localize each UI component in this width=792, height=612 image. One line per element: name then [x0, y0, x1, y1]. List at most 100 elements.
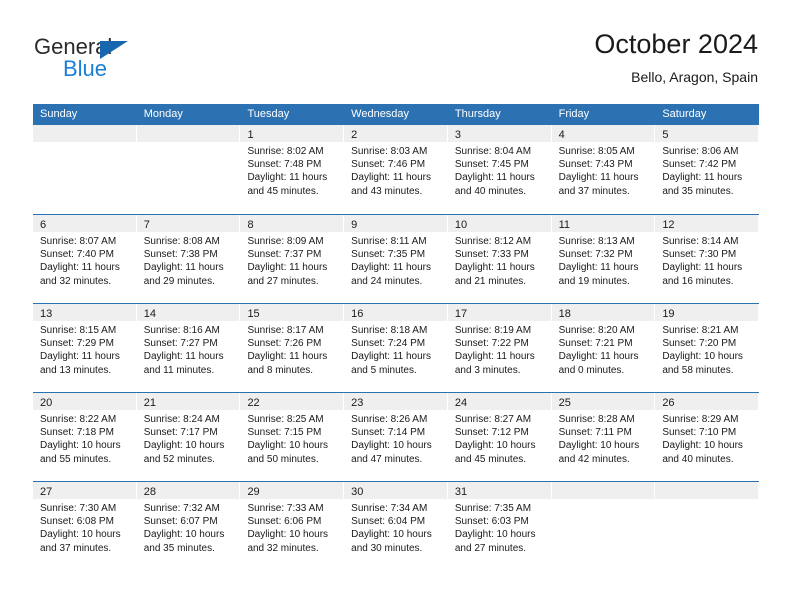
sunrise-text: Sunrise: 7:33 AM — [247, 503, 324, 514]
sunset-text: Sunset: 7:43 PM — [558, 159, 633, 171]
sunrise-text: Sunrise: 8:13 AM — [558, 236, 635, 247]
week-row: 1 Sunrise: 8:02 AM Sunset: 7:48 PM Dayli… — [33, 125, 760, 214]
day-info: Sunrise: 8:15 AM Sunset: 7:29 PM Dayligh… — [33, 321, 137, 377]
sunset-text: Sunset: 7:48 PM — [247, 159, 322, 171]
day-number-band: 25 — [551, 393, 656, 410]
sunrise-text: Sunrise: 8:15 AM — [40, 325, 117, 336]
day-cell[interactable]: 30 Sunrise: 7:34 AM Sunset: 6:04 PM Dayl… — [344, 482, 448, 570]
day-info: Sunrise: 8:28 AM Sunset: 7:11 PM Dayligh… — [552, 410, 656, 466]
day-number-band: 9 — [344, 215, 448, 232]
day-cell[interactable]: 23 Sunrise: 8:26 AM Sunset: 7:14 PM Dayl… — [344, 393, 448, 481]
day-cell[interactable]: 16 Sunrise: 8:18 AM Sunset: 7:24 PM Dayl… — [344, 304, 448, 392]
sunset-text: Sunset: 7:46 PM — [351, 159, 426, 171]
sunset-text: Sunset: 7:45 PM — [454, 159, 529, 171]
sunset-text: Sunset: 7:42 PM — [662, 159, 737, 171]
day-cell[interactable] — [655, 482, 760, 570]
day-cell[interactable]: 11 Sunrise: 8:13 AM Sunset: 7:32 PM Dayl… — [551, 215, 656, 303]
daylight-text: Daylight: 11 hours and 16 minutes. — [662, 262, 743, 287]
daylight-text: Daylight: 10 hours and 45 minutes. — [454, 440, 536, 465]
sunrise-text: Sunrise: 8:22 AM — [40, 414, 117, 425]
day-cell[interactable]: 9 Sunrise: 8:11 AM Sunset: 7:35 PM Dayli… — [344, 215, 448, 303]
day-number-band: 28 — [136, 482, 241, 499]
sunset-text: Sunset: 7:18 PM — [40, 427, 114, 439]
day-number: 30 — [351, 486, 364, 498]
day-number-band: 16 — [344, 304, 448, 321]
day-cell[interactable]: 29 Sunrise: 7:33 AM Sunset: 6:06 PM Dayl… — [240, 482, 345, 570]
sunset-text: Sunset: 7:21 PM — [558, 338, 633, 350]
day-cell[interactable] — [551, 482, 656, 570]
day-number: 9 — [351, 219, 358, 231]
day-number — [137, 129, 144, 141]
day-cell[interactable]: 7 Sunrise: 8:08 AM Sunset: 7:38 PM Dayli… — [136, 215, 241, 303]
day-cell[interactable]: 8 Sunrise: 8:09 AM Sunset: 7:37 PM Dayli… — [240, 215, 345, 303]
day-cell[interactable]: 5 Sunrise: 8:06 AM Sunset: 7:42 PM Dayli… — [655, 125, 760, 214]
day-cell[interactable]: 22 Sunrise: 8:25 AM Sunset: 7:15 PM Dayl… — [240, 393, 345, 481]
week-row: 27 Sunrise: 7:30 AM Sunset: 6:08 PM Dayl… — [33, 481, 760, 570]
weekday-wednesday: Wednesday — [351, 108, 410, 120]
day-cell[interactable]: 28 Sunrise: 7:32 AM Sunset: 6:07 PM Dayl… — [136, 482, 241, 570]
day-number-band: 23 — [344, 393, 448, 410]
calendar-page: General Blue October 2024 Bello, Aragon,… — [0, 0, 792, 612]
day-cell[interactable]: 15 Sunrise: 8:17 AM Sunset: 7:26 PM Dayl… — [240, 304, 345, 392]
daylight-text: Daylight: 11 hours and 32 minutes. — [40, 262, 120, 287]
sunset-text: Sunset: 7:35 PM — [351, 249, 426, 261]
sunset-text: Sunset: 7:32 PM — [558, 249, 633, 261]
day-cell[interactable]: 27 Sunrise: 7:30 AM Sunset: 6:08 PM Dayl… — [33, 482, 137, 570]
daylight-text: Daylight: 10 hours and 37 minutes. — [40, 529, 121, 554]
sunrise-text: Sunrise: 8:05 AM — [558, 146, 635, 157]
sunrise-text: Sunrise: 8:11 AM — [351, 236, 427, 247]
day-cell[interactable]: 2 Sunrise: 8:03 AM Sunset: 7:46 PM Dayli… — [344, 125, 448, 214]
day-cell[interactable]: 4 Sunrise: 8:05 AM Sunset: 7:43 PM Dayli… — [551, 125, 656, 214]
general-blue-logo[interactable]: General Blue — [34, 36, 294, 88]
week-row: 13 Sunrise: 8:15 AM Sunset: 7:29 PM Dayl… — [33, 303, 760, 392]
day-number — [655, 486, 662, 498]
day-cell[interactable]: 19 Sunrise: 8:21 AM Sunset: 7:20 PM Dayl… — [655, 304, 760, 392]
day-cell[interactable]: 12 Sunrise: 8:14 AM Sunset: 7:30 PM Dayl… — [655, 215, 760, 303]
day-cell[interactable] — [136, 125, 241, 214]
day-cell[interactable]: 18 Sunrise: 8:20 AM Sunset: 7:21 PM Dayl… — [551, 304, 656, 392]
daylight-text: Daylight: 11 hours and 0 minutes. — [558, 351, 639, 376]
day-cell[interactable]: 21 Sunrise: 8:24 AM Sunset: 7:17 PM Dayl… — [136, 393, 241, 481]
sunset-text: Sunset: 7:37 PM — [247, 249, 322, 261]
daylight-text: Daylight: 10 hours and 32 minutes. — [247, 529, 329, 554]
week-row: 6 Sunrise: 8:07 AM Sunset: 7:40 PM Dayli… — [33, 214, 760, 303]
day-number: 18 — [558, 308, 571, 320]
day-cell[interactable]: 1 Sunrise: 8:02 AM Sunset: 7:48 PM Dayli… — [240, 125, 345, 214]
day-cell[interactable]: 17 Sunrise: 8:19 AM Sunset: 7:22 PM Dayl… — [447, 304, 552, 392]
daylight-text: Daylight: 11 hours and 40 minutes. — [454, 172, 535, 197]
day-number-band: 1 — [240, 125, 345, 142]
day-cell[interactable]: 3 Sunrise: 8:04 AM Sunset: 7:45 PM Dayli… — [447, 125, 552, 214]
day-cell[interactable]: 6 Sunrise: 8:07 AM Sunset: 7:40 PM Dayli… — [33, 215, 137, 303]
day-info: Sunrise: 7:34 AM Sunset: 6:04 PM Dayligh… — [344, 499, 448, 555]
day-cell[interactable]: 26 Sunrise: 8:29 AM Sunset: 7:10 PM Dayl… — [655, 393, 760, 481]
day-info: Sunrise: 8:16 AM Sunset: 7:27 PM Dayligh… — [137, 321, 241, 377]
day-info — [137, 142, 241, 145]
sunrise-text: Sunrise: 8:26 AM — [351, 414, 428, 425]
day-cell[interactable] — [33, 125, 137, 214]
day-number-band: 24 — [447, 393, 552, 410]
sunrise-text: Sunrise: 8:03 AM — [351, 146, 428, 157]
day-info: Sunrise: 8:14 AM Sunset: 7:30 PM Dayligh… — [655, 232, 759, 288]
day-cell[interactable]: 14 Sunrise: 8:16 AM Sunset: 7:27 PM Dayl… — [136, 304, 241, 392]
day-number-band: 31 — [447, 482, 552, 499]
day-info: Sunrise: 7:33 AM Sunset: 6:06 PM Dayligh… — [240, 499, 344, 555]
day-info: Sunrise: 8:19 AM Sunset: 7:22 PM Dayligh… — [448, 321, 552, 377]
day-cell[interactable]: 24 Sunrise: 8:27 AM Sunset: 7:12 PM Dayl… — [447, 393, 552, 481]
day-number-band — [33, 125, 137, 142]
day-cell[interactable]: 20 Sunrise: 8:22 AM Sunset: 7:18 PM Dayl… — [33, 393, 137, 481]
day-cell[interactable]: 10 Sunrise: 8:12 AM Sunset: 7:33 PM Dayl… — [447, 215, 552, 303]
logo-text-blue: Blue — [63, 56, 108, 81]
day-info: Sunrise: 8:06 AM Sunset: 7:42 PM Dayligh… — [655, 142, 759, 198]
sunset-text: Sunset: 7:27 PM — [143, 338, 218, 350]
day-cell[interactable]: 31 Sunrise: 7:35 AM Sunset: 6:03 PM Dayl… — [447, 482, 552, 570]
sunset-text: Sunset: 6:07 PM — [143, 516, 218, 528]
day-cell[interactable]: 25 Sunrise: 8:28 AM Sunset: 7:11 PM Dayl… — [551, 393, 656, 481]
day-number: 7 — [143, 219, 150, 231]
day-cell[interactable]: 13 Sunrise: 8:15 AM Sunset: 7:29 PM Dayl… — [33, 304, 137, 392]
daylight-text: Daylight: 10 hours and 40 minutes. — [662, 440, 743, 465]
calendar-grid: Sunday Monday Tuesday Wednesday Thursday… — [33, 104, 760, 570]
sunrise-text: Sunrise: 8:20 AM — [558, 325, 635, 336]
daylight-text: Daylight: 10 hours and 27 minutes. — [454, 529, 536, 554]
sunset-text: Sunset: 6:06 PM — [247, 516, 322, 528]
sunset-text: Sunset: 6:03 PM — [454, 516, 529, 528]
